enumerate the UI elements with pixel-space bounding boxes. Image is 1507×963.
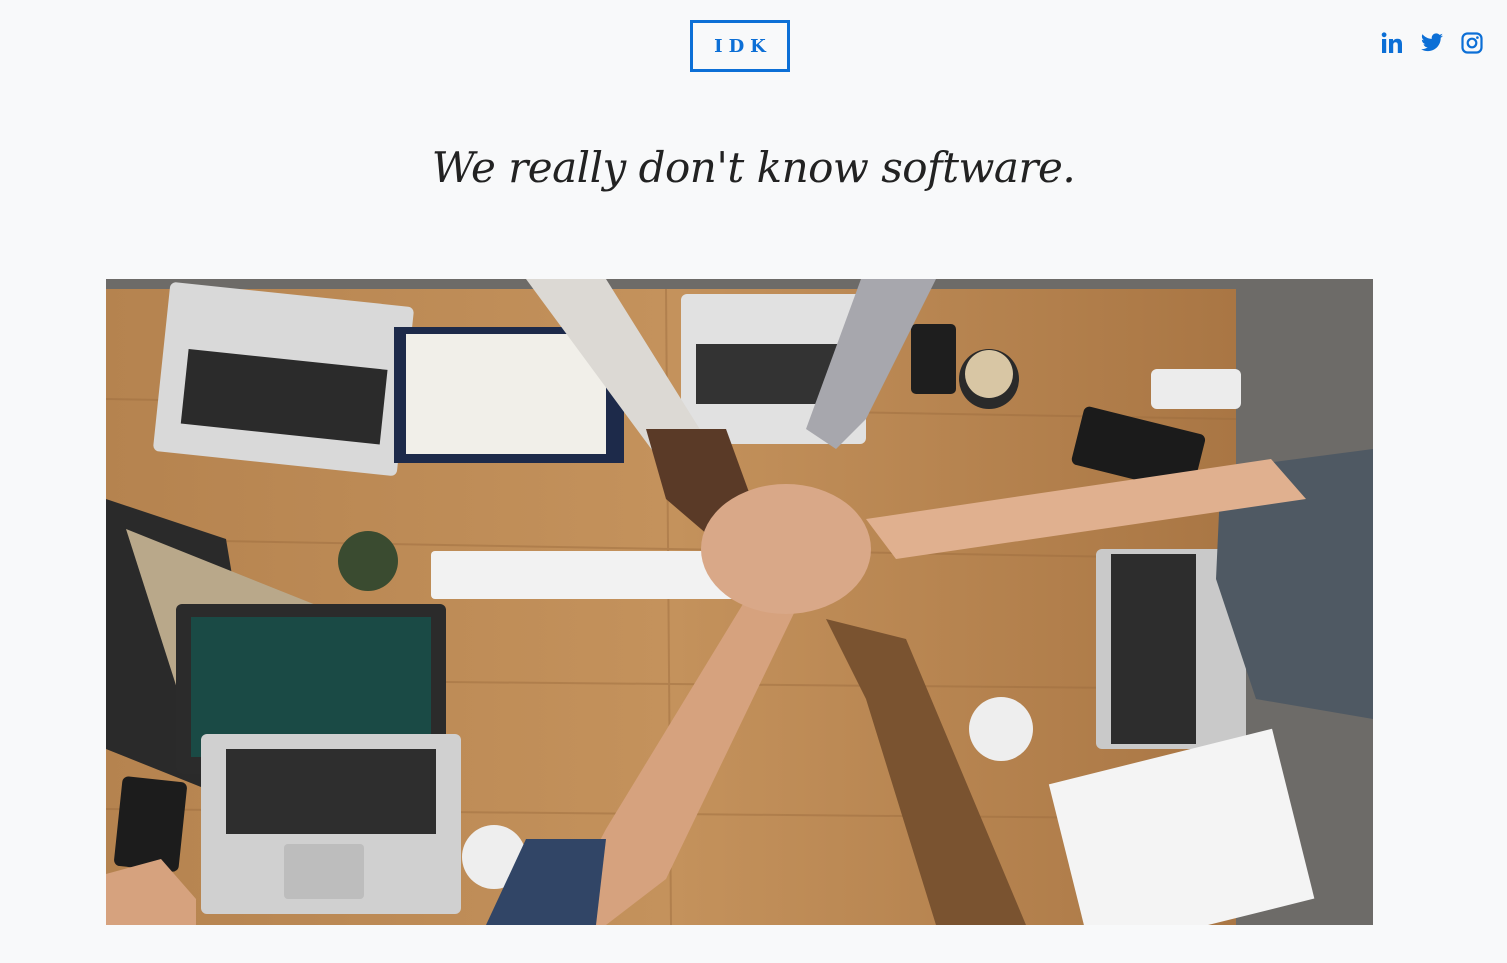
hero-image: [106, 279, 1373, 925]
site-header: IDK: [0, 0, 1507, 100]
hero-tagline: We really don't know software.: [431, 143, 1076, 192]
linkedin-icon[interactable]: [1379, 30, 1405, 56]
twitter-icon[interactable]: [1419, 30, 1445, 56]
instagram-icon[interactable]: [1459, 30, 1485, 56]
social-links: [1379, 30, 1485, 56]
site-logo[interactable]: IDK: [690, 20, 790, 72]
logo-text: IDK: [714, 35, 772, 57]
